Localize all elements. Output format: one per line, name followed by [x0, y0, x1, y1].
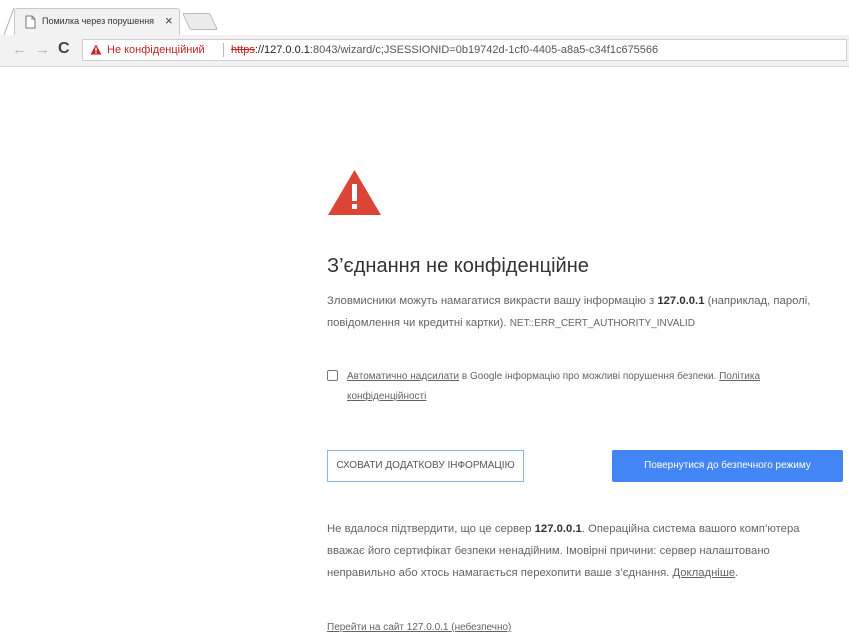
learn-more-link[interactable]: Докладніше: [672, 567, 735, 579]
url-text[interactable]: https://127.0.0.1:8043/wizard/c;JSESSION…: [231, 44, 658, 56]
reload-icon[interactable]: C: [58, 40, 70, 58]
tab-close-icon[interactable]: ×: [165, 13, 173, 29]
tab-title: Помилка через порушення: [42, 16, 155, 26]
learn-more-suffix: .: [735, 567, 739, 579]
report-text: Автоматично надсилати в Google інформаці…: [347, 367, 827, 407]
browser-tab[interactable]: Помилка через порушення ×: [14, 8, 180, 35]
back-to-safety-button[interactable]: Повернутися до безпечного режиму: [612, 450, 843, 482]
details-text: Не вдалося підтвердити, що це сервер: [327, 523, 535, 535]
report-checkbox[interactable]: [327, 370, 338, 381]
address-bar[interactable]: Не конфіденційний https://127.0.0.1:8043…: [82, 39, 847, 61]
report-description: в Google інформацію про можливі порушенн…: [459, 371, 720, 382]
main-message: Зловмисники можуть намагатися викрасти в…: [327, 290, 837, 335]
proceed-unsafe-link[interactable]: Перейти на сайт 127.0.0.1 (небезпечно): [327, 622, 511, 633]
details-host: 127.0.0.1: [534, 523, 582, 535]
security-status-label[interactable]: Не конфіденційний: [107, 44, 205, 56]
error-code[interactable]: NET::ERR_CERT_AUTHORITY_INVALID: [510, 318, 695, 329]
back-arrow-icon[interactable]: ←: [12, 41, 27, 58]
url-scheme: https: [231, 44, 255, 56]
warning-triangle-icon: [328, 170, 381, 215]
hide-details-button[interactable]: СХОВАТИ ДОДАТКОВУ ІНФОРМАЦІЮ: [327, 450, 524, 482]
main-message-host: 127.0.0.1: [657, 295, 705, 307]
browser-toolbar: ← → C Не конфіденційний https://127.0.0.…: [0, 35, 849, 67]
new-tab-button[interactable]: [182, 13, 218, 30]
details-message: Не вдалося підтвердити, що це сервер 127…: [327, 518, 837, 584]
forward-arrow-icon[interactable]: →: [35, 41, 50, 58]
auto-send-link[interactable]: Автоматично надсилати: [347, 371, 459, 382]
not-secure-warning-icon[interactable]: [90, 44, 102, 55]
main-message-text: Зловмисники можуть намагатися викрасти в…: [327, 295, 658, 307]
tab-strip: Помилка через порушення ×: [0, 0, 849, 35]
url-host: ://127.0.0.1: [254, 44, 310, 56]
page-title: З’єднання не конфіденційне: [327, 255, 589, 277]
address-divider: [223, 43, 224, 57]
url-path: :8043/wizard/c;JSESSIONID=0b19742d-1cf0-…: [309, 44, 659, 56]
page-icon: [25, 15, 36, 29]
